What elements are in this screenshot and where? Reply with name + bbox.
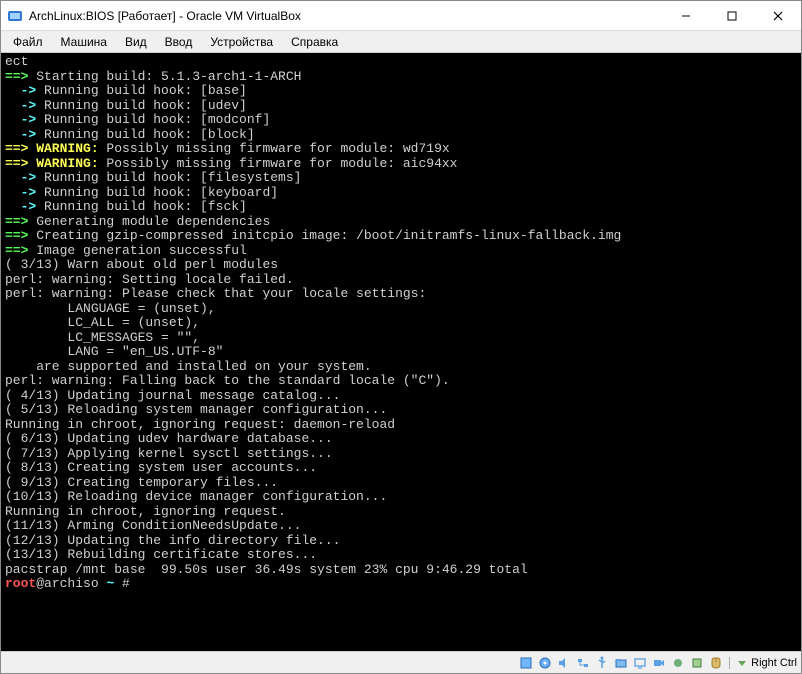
disk-icon[interactable] — [518, 655, 534, 671]
mouse-icon[interactable] — [708, 655, 724, 671]
terminal-line: perl: warning: Please check that your lo… — [5, 287, 797, 302]
terminal-line: -> Running build hook: [filesystems] — [5, 171, 797, 186]
terminal-line: LC_ALL = (unset), — [5, 316, 797, 331]
usb-icon[interactable] — [594, 655, 610, 671]
display-icon[interactable] — [632, 655, 648, 671]
terminal-line: (13/13) Rebuilding certificate stores... — [5, 548, 797, 563]
terminal-line: perl: warning: Setting locale failed. — [5, 273, 797, 288]
cpu-icon[interactable] — [689, 655, 705, 671]
recording-icon[interactable] — [670, 655, 686, 671]
terminal-line: -> Running build hook: [udev] — [5, 99, 797, 114]
terminal-line: LANGUAGE = (unset), — [5, 302, 797, 317]
guest-terminal[interactable]: ect==> Starting build: 5.1.3-arch1-1-ARC… — [1, 53, 801, 651]
terminal-line: (10/13) Reloading device manager configu… — [5, 490, 797, 505]
host-key-indicator[interactable]: Right Ctrl — [729, 657, 797, 669]
menu-input[interactable]: Ввод — [157, 33, 201, 51]
menubar: Файл Машина Вид Ввод Устройства Справка — [1, 31, 801, 53]
terminal-line: (11/13) Arming ConditionNeedsUpdate... — [5, 519, 797, 534]
terminal-line: root@archiso ~ # — [5, 577, 797, 592]
keyboard-down-icon — [736, 657, 748, 669]
menu-view[interactable]: Вид — [117, 33, 155, 51]
terminal-line: ==> Generating module dependencies — [5, 215, 797, 230]
menu-help[interactable]: Справка — [283, 33, 346, 51]
terminal-line: ==> Creating gzip-compressed initcpio im… — [5, 229, 797, 244]
window-controls — [663, 1, 801, 30]
menu-file[interactable]: Файл — [5, 33, 51, 51]
terminal-line: -> Running build hook: [keyboard] — [5, 186, 797, 201]
terminal-line: -> Running build hook: [modconf] — [5, 113, 797, 128]
terminal-line: ==> WARNING: Possibly missing firmware f… — [5, 142, 797, 157]
terminal-line: ( 4/13) Updating journal message catalog… — [5, 389, 797, 404]
shared-folder-icon[interactable] — [613, 655, 629, 671]
menu-machine[interactable]: Машина — [53, 33, 115, 51]
terminal-line: (12/13) Updating the info directory file… — [5, 534, 797, 549]
video-icon[interactable] — [651, 655, 667, 671]
window-title: ArchLinux:BIOS [Работает] - Oracle VM Vi… — [29, 9, 663, 23]
terminal-line: ( 8/13) Creating system user accounts... — [5, 461, 797, 476]
terminal-line: ( 6/13) Updating udev hardware database.… — [5, 432, 797, 447]
terminal-line: are supported and installed on your syst… — [5, 360, 797, 375]
terminal-line: ect — [5, 55, 797, 70]
terminal-line: ==> Starting build: 5.1.3-arch1-1-ARCH — [5, 70, 797, 85]
minimize-button[interactable] — [663, 1, 709, 30]
close-button[interactable] — [755, 1, 801, 30]
network-icon[interactable] — [575, 655, 591, 671]
terminal-line: -> Running build hook: [block] — [5, 128, 797, 143]
terminal-line: ( 7/13) Applying kernel sysctl settings.… — [5, 447, 797, 462]
terminal-line: Running in chroot, ignoring request: dae… — [5, 418, 797, 433]
terminal-line: -> Running build hook: [fsck] — [5, 200, 797, 215]
optical-icon[interactable] — [537, 655, 553, 671]
terminal-line: ( 3/13) Warn about old perl modules — [5, 258, 797, 273]
terminal-line: -> Running build hook: [base] — [5, 84, 797, 99]
terminal-line: ==> WARNING: Possibly missing firmware f… — [5, 157, 797, 172]
terminal-line: ( 5/13) Reloading system manager configu… — [5, 403, 797, 418]
terminal-line: ==> Image generation successful — [5, 244, 797, 259]
terminal-line: pacstrap /mnt base 99.50s user 36.49s sy… — [5, 563, 797, 578]
terminal-line: LC_MESSAGES = "", — [5, 331, 797, 346]
statusbar: Right Ctrl — [1, 651, 801, 673]
terminal-line: Running in chroot, ignoring request. — [5, 505, 797, 520]
terminal-line: ( 9/13) Creating temporary files... — [5, 476, 797, 491]
terminal-line: LANG = "en_US.UTF-8" — [5, 345, 797, 360]
menu-devices[interactable]: Устройства — [202, 33, 281, 51]
terminal-line: perl: warning: Falling back to the stand… — [5, 374, 797, 389]
audio-icon[interactable] — [556, 655, 572, 671]
host-key-label: Right Ctrl — [751, 657, 797, 669]
window-titlebar: ArchLinux:BIOS [Работает] - Oracle VM Vi… — [1, 1, 801, 31]
virtualbox-icon — [7, 8, 23, 24]
maximize-button[interactable] — [709, 1, 755, 30]
